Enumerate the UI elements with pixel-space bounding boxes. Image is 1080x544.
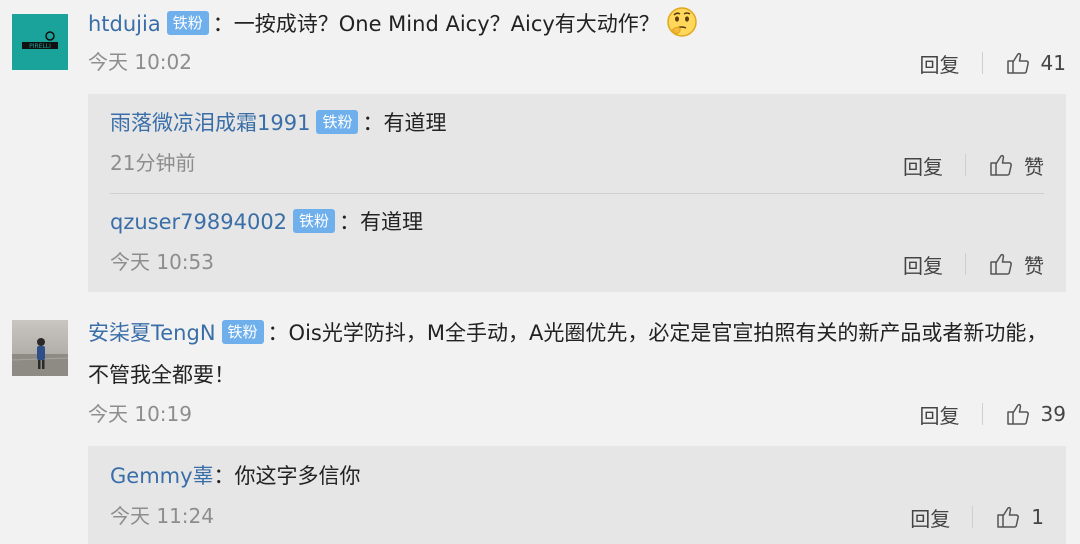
inter-pirelli-logo-icon: PIRELLI <box>22 31 58 50</box>
reply-text-line: qzuser79894002 铁粉 ：有道理 <box>110 207 1046 237</box>
thumbs-up-icon <box>990 253 1012 275</box>
username[interactable]: Gemmy辜 <box>110 464 214 488</box>
reply-button[interactable]: 回复 <box>903 151 943 180</box>
reply-time: 今天 10:53 <box>110 250 214 274</box>
reply-time: 21分钟前 <box>110 151 196 175</box>
reply-text: ：有道理 <box>339 210 424 234</box>
action-divider <box>981 403 983 425</box>
comment-item: 安柒夏TengN 铁粉 ：Ois光学防抖，M全手动，A光圈优先，必定是官宣拍照有关的… <box>0 306 1080 544</box>
svg-text:PIRELLI: PIRELLI <box>29 43 51 50</box>
thumbs-up-icon <box>1006 403 1029 425</box>
reply-text-line: Gemmy辜：你这字多信你 <box>110 461 1046 491</box>
replies-block: 雨落微凉泪成霜1991 铁粉 ：有道理 21分钟前 回复 赞 qzuser79894… <box>88 94 1066 292</box>
reply-item: Gemmy辜：你这字多信你 今天 11:24 回复 1 <box>88 446 1066 544</box>
fan-badge: 铁粉 <box>293 209 336 233</box>
like-count: 39 <box>1040 402 1066 426</box>
thumbs-up-icon <box>997 506 1020 528</box>
comment-time: 今天 10:02 <box>88 50 192 74</box>
like-button[interactable]: 1 <box>995 504 1044 530</box>
username[interactable]: htdujia <box>88 12 161 36</box>
fan-badge: 铁粉 <box>316 110 359 134</box>
like-label: 赞 <box>1024 154 1044 179</box>
thumbs-up-icon <box>1006 52 1029 74</box>
replies-block: Gemmy辜：你这字多信你 今天 11:24 回复 1 <box>88 446 1066 544</box>
like-button[interactable]: 39 <box>1005 401 1066 427</box>
comment-text-line: 安柒夏TengN 铁粉 ：Ois光学防抖，M全手动，A光圈优先，必定是官宣拍照有关的… <box>88 312 1066 396</box>
username[interactable]: 安柒夏TengN <box>88 321 216 345</box>
fan-badge: 铁粉 <box>166 11 209 35</box>
avatar[interactable] <box>12 320 68 376</box>
like-count: 41 <box>1040 51 1066 75</box>
like-label: 赞 <box>1024 253 1044 278</box>
reply-item: 雨落微凉泪成霜1991 铁粉 ：有道理 21分钟前 回复 赞 <box>88 94 1066 193</box>
reply-button[interactable]: 回复 <box>920 400 960 429</box>
like-count: 1 <box>1031 505 1044 529</box>
comment-actions: 回复 39 <box>920 399 1066 429</box>
reply-actions: 回复 1 <box>910 502 1044 532</box>
thumbs-up-icon <box>990 154 1012 176</box>
like-button[interactable]: 赞 <box>988 250 1044 279</box>
reply-time: 今天 11:24 <box>110 504 214 528</box>
reply-text: ：你这字多信你 <box>213 464 361 488</box>
reply-item: qzuser79894002 铁粉 ：有道理 今天 10:53 回复 赞 <box>88 193 1066 292</box>
comment-text: ：一按成诗？One Mind Aicy？Aicy有大动作？ <box>212 12 660 36</box>
reply-button[interactable]: 回复 <box>903 250 943 279</box>
reply-text: ：有道理 <box>362 111 447 135</box>
fan-badge: 铁粉 <box>221 320 264 344</box>
comment-time: 今天 10:19 <box>88 402 192 426</box>
comment-actions: 回复 41 <box>920 48 1066 78</box>
username[interactable]: qzuser79894002 <box>110 210 287 234</box>
thinking-face-emoji-icon <box>667 7 697 37</box>
avatar[interactable]: PIRELLI <box>12 14 68 70</box>
reply-actions: 回复 赞 <box>903 249 1044 279</box>
reply-actions: 回复 赞 <box>903 150 1044 180</box>
like-button[interactable]: 赞 <box>988 151 1044 180</box>
action-divider <box>965 253 966 275</box>
comment-text-line: htdujia 铁粉 ：一按成诗？One Mind Aicy？Aicy有大动作？ <box>88 6 1066 39</box>
like-button[interactable]: 41 <box>1005 50 1066 76</box>
action-divider <box>981 52 983 74</box>
person-photo-avatar-icon <box>12 338 68 376</box>
reply-button[interactable]: 回复 <box>920 49 960 78</box>
reply-button[interactable]: 回复 <box>910 503 950 532</box>
action-divider <box>972 506 974 528</box>
action-divider <box>965 154 966 176</box>
reply-text-line: 雨落微凉泪成霜1991 铁粉 ：有道理 <box>110 108 1046 138</box>
username[interactable]: 雨落微凉泪成霜1991 <box>110 111 310 135</box>
